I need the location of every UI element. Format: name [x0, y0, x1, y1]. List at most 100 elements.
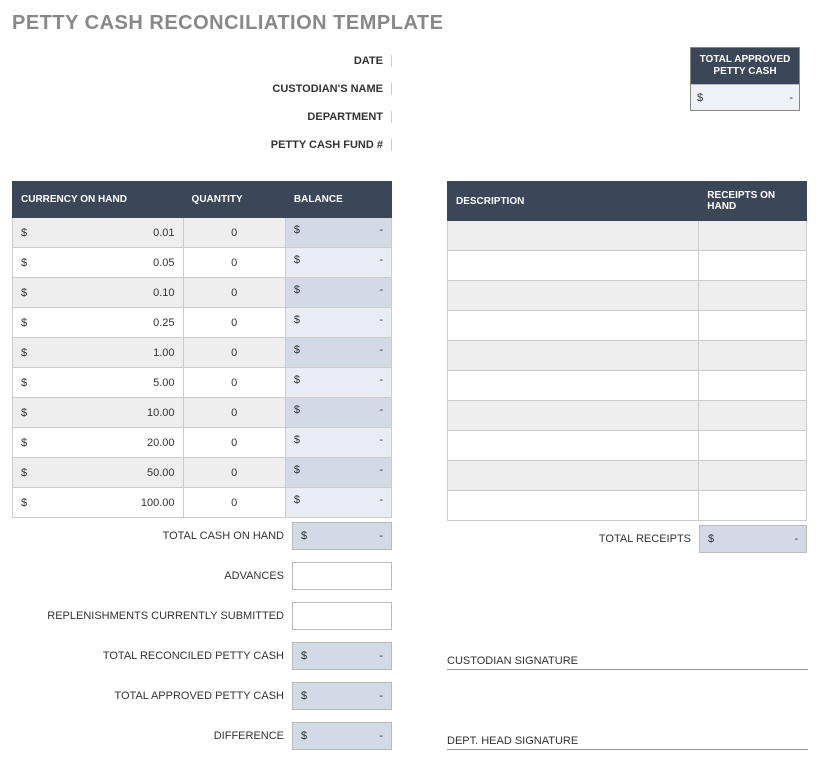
reconciled-symbol: $ [301, 650, 307, 662]
balance-symbol: $ [294, 284, 300, 301]
quantity-cell[interactable]: 0 [183, 398, 285, 428]
currency-symbol: $ [21, 467, 27, 479]
currency-cell[interactable]: $1.00 [13, 338, 184, 368]
difference-symbol: $ [301, 730, 307, 742]
dept-head-signature[interactable]: DEPT. HEAD SIGNATURE [447, 722, 808, 750]
description-cell[interactable] [448, 431, 699, 461]
currency-cell[interactable]: $10.00 [13, 398, 184, 428]
balance-cell: $- [285, 368, 391, 398]
total-cash-symbol: $ [301, 530, 307, 542]
table-row: $0.050$- [13, 248, 392, 278]
receipt-cell[interactable] [699, 281, 807, 311]
receipts-table: DESCRIPTION RECEIPTS ON HAND [447, 181, 807, 521]
balance-symbol: $ [294, 254, 300, 271]
total-cash-value: - [379, 530, 383, 542]
currency-symbol: $ [21, 377, 27, 389]
th-description: DESCRIPTION [448, 182, 699, 221]
description-cell[interactable] [448, 221, 699, 251]
currency-denom: 0.01 [153, 227, 174, 239]
description-cell[interactable] [448, 491, 699, 521]
balance-symbol: $ [294, 434, 300, 451]
quantity-cell[interactable]: 0 [183, 308, 285, 338]
page-title: PETTY CASH RECONCILIATION TEMPLATE [12, 12, 808, 35]
replenishments-cell[interactable] [292, 602, 392, 630]
currency-cell[interactable]: $0.25 [13, 308, 184, 338]
receipt-cell[interactable] [699, 371, 807, 401]
table-row: $0.250$- [13, 308, 392, 338]
table-row: $0.010 $ - [13, 218, 392, 248]
table-row: $20.000$- [13, 428, 392, 458]
quantity-cell[interactable]: 0 [183, 368, 285, 398]
approved-box-cell[interactable]: $ - [691, 84, 799, 110]
currency-cell[interactable]: $5.00 [13, 368, 184, 398]
balance-value: - [379, 284, 383, 301]
quantity-cell[interactable]: 0 [183, 458, 285, 488]
description-cell[interactable] [448, 461, 699, 491]
approved-box-symbol: $ [697, 92, 703, 104]
description-cell[interactable] [448, 311, 699, 341]
table-row: $5.000$- [13, 368, 392, 398]
balance-value: - [379, 404, 383, 421]
balance-cell: $- [285, 458, 391, 488]
balance-value: - [379, 314, 383, 331]
receipt-cell[interactable] [699, 401, 807, 431]
th-currency: CURRENCY ON HAND [13, 182, 184, 218]
currency-denom: 100.00 [141, 497, 175, 509]
description-cell[interactable] [448, 251, 699, 281]
custodian-signature[interactable]: CUSTODIAN SIGNATURE [447, 642, 808, 670]
currency-denom: 0.10 [153, 287, 174, 299]
table-row [448, 341, 807, 371]
receipt-cell[interactable] [699, 491, 807, 521]
receipt-cell[interactable] [699, 311, 807, 341]
quantity-cell[interactable]: 0 [183, 338, 285, 368]
currency-table: CURRENCY ON HAND QUANTITY BALANCE $0.010… [12, 181, 392, 518]
table-row [448, 461, 807, 491]
description-cell[interactable] [448, 281, 699, 311]
currency-denom: 0.05 [153, 257, 174, 269]
th-receipts: RECEIPTS ON HAND [699, 182, 807, 221]
currency-cell[interactable]: $20.00 [13, 428, 184, 458]
quantity-cell[interactable]: 0 [183, 218, 285, 248]
total-receipts-symbol: $ [708, 533, 714, 545]
reconciled-value: - [379, 650, 383, 662]
balance-cell: $- [285, 248, 391, 278]
approved-label: TOTAL APPROVED PETTY CASH [12, 690, 292, 702]
table-row [448, 281, 807, 311]
quantity-cell[interactable]: 0 [183, 488, 285, 518]
reconciled-cell: $ - [292, 642, 392, 670]
description-cell[interactable] [448, 341, 699, 371]
quantity-cell[interactable]: 0 [183, 428, 285, 458]
table-row [448, 491, 807, 521]
balance-value: - [379, 224, 383, 241]
balance-value: - [379, 254, 383, 271]
currency-cell[interactable]: $100.00 [13, 488, 184, 518]
receipt-cell[interactable] [699, 461, 807, 491]
receipt-cell[interactable] [699, 221, 807, 251]
currency-cell[interactable]: $0.05 [13, 248, 184, 278]
receipt-cell[interactable] [699, 341, 807, 371]
quantity-cell[interactable]: 0 [183, 248, 285, 278]
balance-symbol: $ [294, 494, 300, 511]
balance-symbol: $ [294, 224, 300, 241]
table-row [448, 371, 807, 401]
approved-value: - [379, 690, 383, 702]
balance-symbol: $ [294, 344, 300, 361]
advances-label: ADVANCES [12, 570, 292, 582]
receipt-cell[interactable] [699, 251, 807, 281]
currency-denom: 50.00 [147, 467, 175, 479]
currency-cell[interactable]: $0.10 [13, 278, 184, 308]
balance-cell: $- [285, 278, 391, 308]
description-cell[interactable] [448, 371, 699, 401]
table-row [448, 221, 807, 251]
quantity-cell[interactable]: 0 [183, 278, 285, 308]
approved-box-value: - [789, 92, 793, 104]
difference-label: DIFFERENCE [12, 730, 292, 742]
currency-cell[interactable]: $0.01 [13, 218, 184, 248]
table-row [448, 251, 807, 281]
total-receipts-cell: $ - [699, 525, 807, 553]
advances-cell[interactable] [292, 562, 392, 590]
description-cell[interactable] [448, 401, 699, 431]
approved-box-header: TOTAL APPROVED PETTY CASH [691, 48, 799, 84]
currency-cell[interactable]: $50.00 [13, 458, 184, 488]
receipt-cell[interactable] [699, 431, 807, 461]
